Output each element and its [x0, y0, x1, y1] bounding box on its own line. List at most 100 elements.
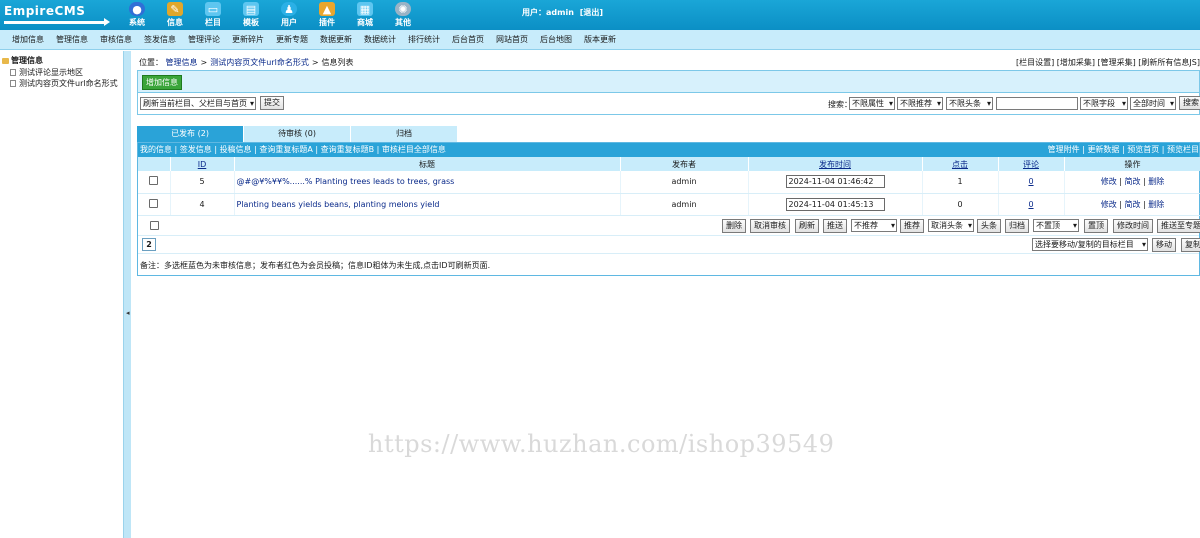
subnav-version-update[interactable]: 版本更新 [584, 34, 616, 45]
refresh-button[interactable]: 刷新 [795, 218, 819, 233]
link-dup-title-b[interactable]: 查询重复标题B [321, 145, 375, 154]
row-comments[interactable]: 0 [1028, 200, 1033, 209]
subnav-manage-comments[interactable]: 管理评论 [188, 34, 220, 45]
select-all-checkbox[interactable] [150, 220, 159, 230]
filter-bar: 刷新当前栏目、父栏目与首页 提交 搜索： 不限属性 不限推荐 不限头条 不限字段… [137, 93, 1200, 115]
attr-filter-select[interactable]: 不限属性 [849, 97, 895, 110]
row-time-field[interactable]: 2024-11-04 01:45:13 [785, 197, 885, 211]
row-edit[interactable]: 修改 [1101, 177, 1117, 186]
row-checkbox[interactable] [149, 176, 159, 186]
breadcrumb-column[interactable]: 测试内容页文件url命名形式 [210, 58, 309, 67]
headline-filter-select[interactable]: 不限头条 [946, 97, 993, 110]
recommend-filter-select[interactable]: 不限推荐 [897, 97, 943, 110]
push-button[interactable]: 推送 [823, 218, 847, 233]
subnav-update-fragments[interactable]: 更新碎片 [232, 34, 264, 45]
link-manage-attachments[interactable]: 管理附件 [1048, 145, 1080, 154]
recommend-button[interactable]: 推荐 [900, 218, 924, 233]
top-level-select[interactable]: 不置顶 [1033, 218, 1079, 232]
topnav-column[interactable]: ▭ 栏目 [194, 0, 232, 30]
col-comments[interactable]: 评论 [998, 157, 1065, 171]
link-preview-column[interactable]: 预览栏目 [1167, 145, 1199, 154]
subnav-rank-stats[interactable]: 排行统计 [408, 34, 440, 45]
row-delete[interactable]: 删除 [1148, 200, 1164, 209]
username: admin [546, 8, 574, 17]
logout-link[interactable]: [退出] [580, 8, 603, 17]
row-delete[interactable]: 删除 [1148, 177, 1164, 186]
submit-button[interactable]: 提交 [260, 96, 284, 110]
push-special-button[interactable]: 推送至专题 [1157, 218, 1200, 233]
topnav-template[interactable]: ▤ 模板 [232, 0, 270, 30]
row-id[interactable]: 4 [170, 193, 235, 216]
topnav-user[interactable]: ♟ 用户 [270, 0, 308, 30]
copy-button[interactable]: 复制 [1181, 237, 1200, 252]
tree-node[interactable]: 测试内容页文件url命名形式 [10, 78, 118, 89]
column-action-links[interactable]: [栏目设置] [增加采集] [管理采集] [刷新所有信息JS] [1016, 57, 1200, 68]
target-column-select[interactable]: 选择要移动/复制的目标栏目 [1032, 237, 1148, 251]
topnav-system[interactable]: ● 系统 [118, 0, 156, 30]
link-submitted-info[interactable]: 投稿信息 [220, 145, 252, 154]
col-id[interactable]: ID [170, 157, 235, 171]
delete-button[interactable]: 删除 [722, 218, 746, 233]
topnav-other[interactable]: ✺ 其他 [384, 0, 422, 30]
page-number[interactable]: 2 [142, 237, 156, 251]
breadcrumb: 位置： 管理信息 > 测试内容页文件url命名形式 > 信息列表 [139, 58, 354, 67]
move-button[interactable]: 移动 [1152, 237, 1176, 252]
subnav-audit-info[interactable]: 审核信息 [100, 34, 132, 45]
row-title[interactable]: Planting beans yields beans, planting me… [237, 200, 440, 209]
tab-archived[interactable]: 归档 [351, 126, 457, 142]
subnav-admin-home[interactable]: 后台首页 [452, 34, 484, 45]
tree-node[interactable]: 测试评论显示地区 [10, 67, 83, 78]
row-checkbox[interactable] [149, 198, 159, 208]
breadcrumb-manage-info[interactable]: 管理信息 [166, 58, 198, 67]
footnote: 备注：多选框蓝色为未审核信息；发布者红色为会员投稿；信息ID粗体为未生成,点击I… [140, 261, 491, 270]
folder-icon [2, 57, 9, 64]
subnav-update-special[interactable]: 更新专题 [276, 34, 308, 45]
subnav-admin-map[interactable]: 后台地图 [540, 34, 572, 45]
sub-nav: 增加信息 管理信息 审核信息 签发信息 管理评论 更新碎片 更新专题 数据更新 … [0, 30, 1200, 50]
archive-button[interactable]: 归档 [1005, 218, 1029, 233]
link-preview-home[interactable]: 预览首页 [1127, 145, 1159, 154]
row-clicks: 1 [922, 171, 999, 194]
row-time-field[interactable]: 2024-11-04 01:46:42 [785, 175, 885, 189]
collapse-arrow-icon[interactable]: ◂ [126, 309, 130, 317]
col-time[interactable]: 发布时间 [748, 157, 923, 171]
tab-pending[interactable]: 待审核 (0) [244, 126, 350, 142]
subnav-add-info[interactable]: 增加信息 [12, 34, 44, 45]
link-update-data[interactable]: 更新数据 [1087, 145, 1119, 154]
row-quick-edit[interactable]: 简改 [1125, 177, 1141, 186]
subnav-data-update[interactable]: 数据更新 [320, 34, 352, 45]
field-filter-select[interactable]: 不限字段 [1080, 97, 1128, 110]
col-clicks[interactable]: 点击 [922, 157, 999, 171]
topnav-shop[interactable]: ▦ 商城 [346, 0, 384, 30]
subnav-sign-info[interactable]: 签发信息 [144, 34, 176, 45]
modify-time-button[interactable]: 修改时间 [1113, 218, 1153, 233]
logo: EmpireCMS [4, 4, 110, 26]
search-input[interactable] [996, 97, 1078, 110]
link-sign-info[interactable]: 签发信息 [180, 145, 212, 154]
time-filter-select[interactable]: 全部时间 [1130, 97, 1176, 110]
add-info-button[interactable]: 增加信息 [142, 75, 182, 90]
topnav-plugin[interactable]: ▲ 插件 [308, 0, 346, 30]
link-my-info[interactable]: 我的信息 [140, 145, 172, 154]
row-title[interactable]: @#@¥%¥¥%......% Planting trees leads to … [237, 177, 455, 186]
link-audit-all[interactable]: 审核栏目全部信息 [382, 145, 446, 154]
link-dup-title-a[interactable]: 查询重复标题A [259, 145, 312, 154]
subnav-data-stats[interactable]: 数据统计 [364, 34, 396, 45]
headline-button[interactable]: 头条 [977, 218, 1001, 233]
subnav-site-home[interactable]: 网站首页 [496, 34, 528, 45]
pane-splitter[interactable]: ◂ [123, 51, 131, 538]
search-button[interactable]: 搜索 [1179, 96, 1200, 110]
tree-root[interactable]: 管理信息 [2, 55, 43, 66]
row-quick-edit[interactable]: 简改 [1125, 200, 1141, 209]
headline-level-select[interactable]: 取消头条 [928, 218, 974, 232]
tab-published[interactable]: 已发布 (2) [137, 126, 243, 142]
unaudit-button[interactable]: 取消审核 [750, 218, 790, 233]
subnav-manage-info[interactable]: 管理信息 [56, 34, 88, 45]
refresh-scope-select[interactable]: 刷新当前栏目、父栏目与首页 [140, 97, 256, 110]
recommend-level-select[interactable]: 不推荐 [851, 218, 897, 232]
row-id[interactable]: 5 [170, 171, 235, 194]
top-button[interactable]: 置顶 [1084, 218, 1108, 233]
row-comments[interactable]: 0 [1028, 177, 1033, 186]
row-edit[interactable]: 修改 [1101, 200, 1117, 209]
topnav-info[interactable]: ✎ 信息 [156, 0, 194, 30]
